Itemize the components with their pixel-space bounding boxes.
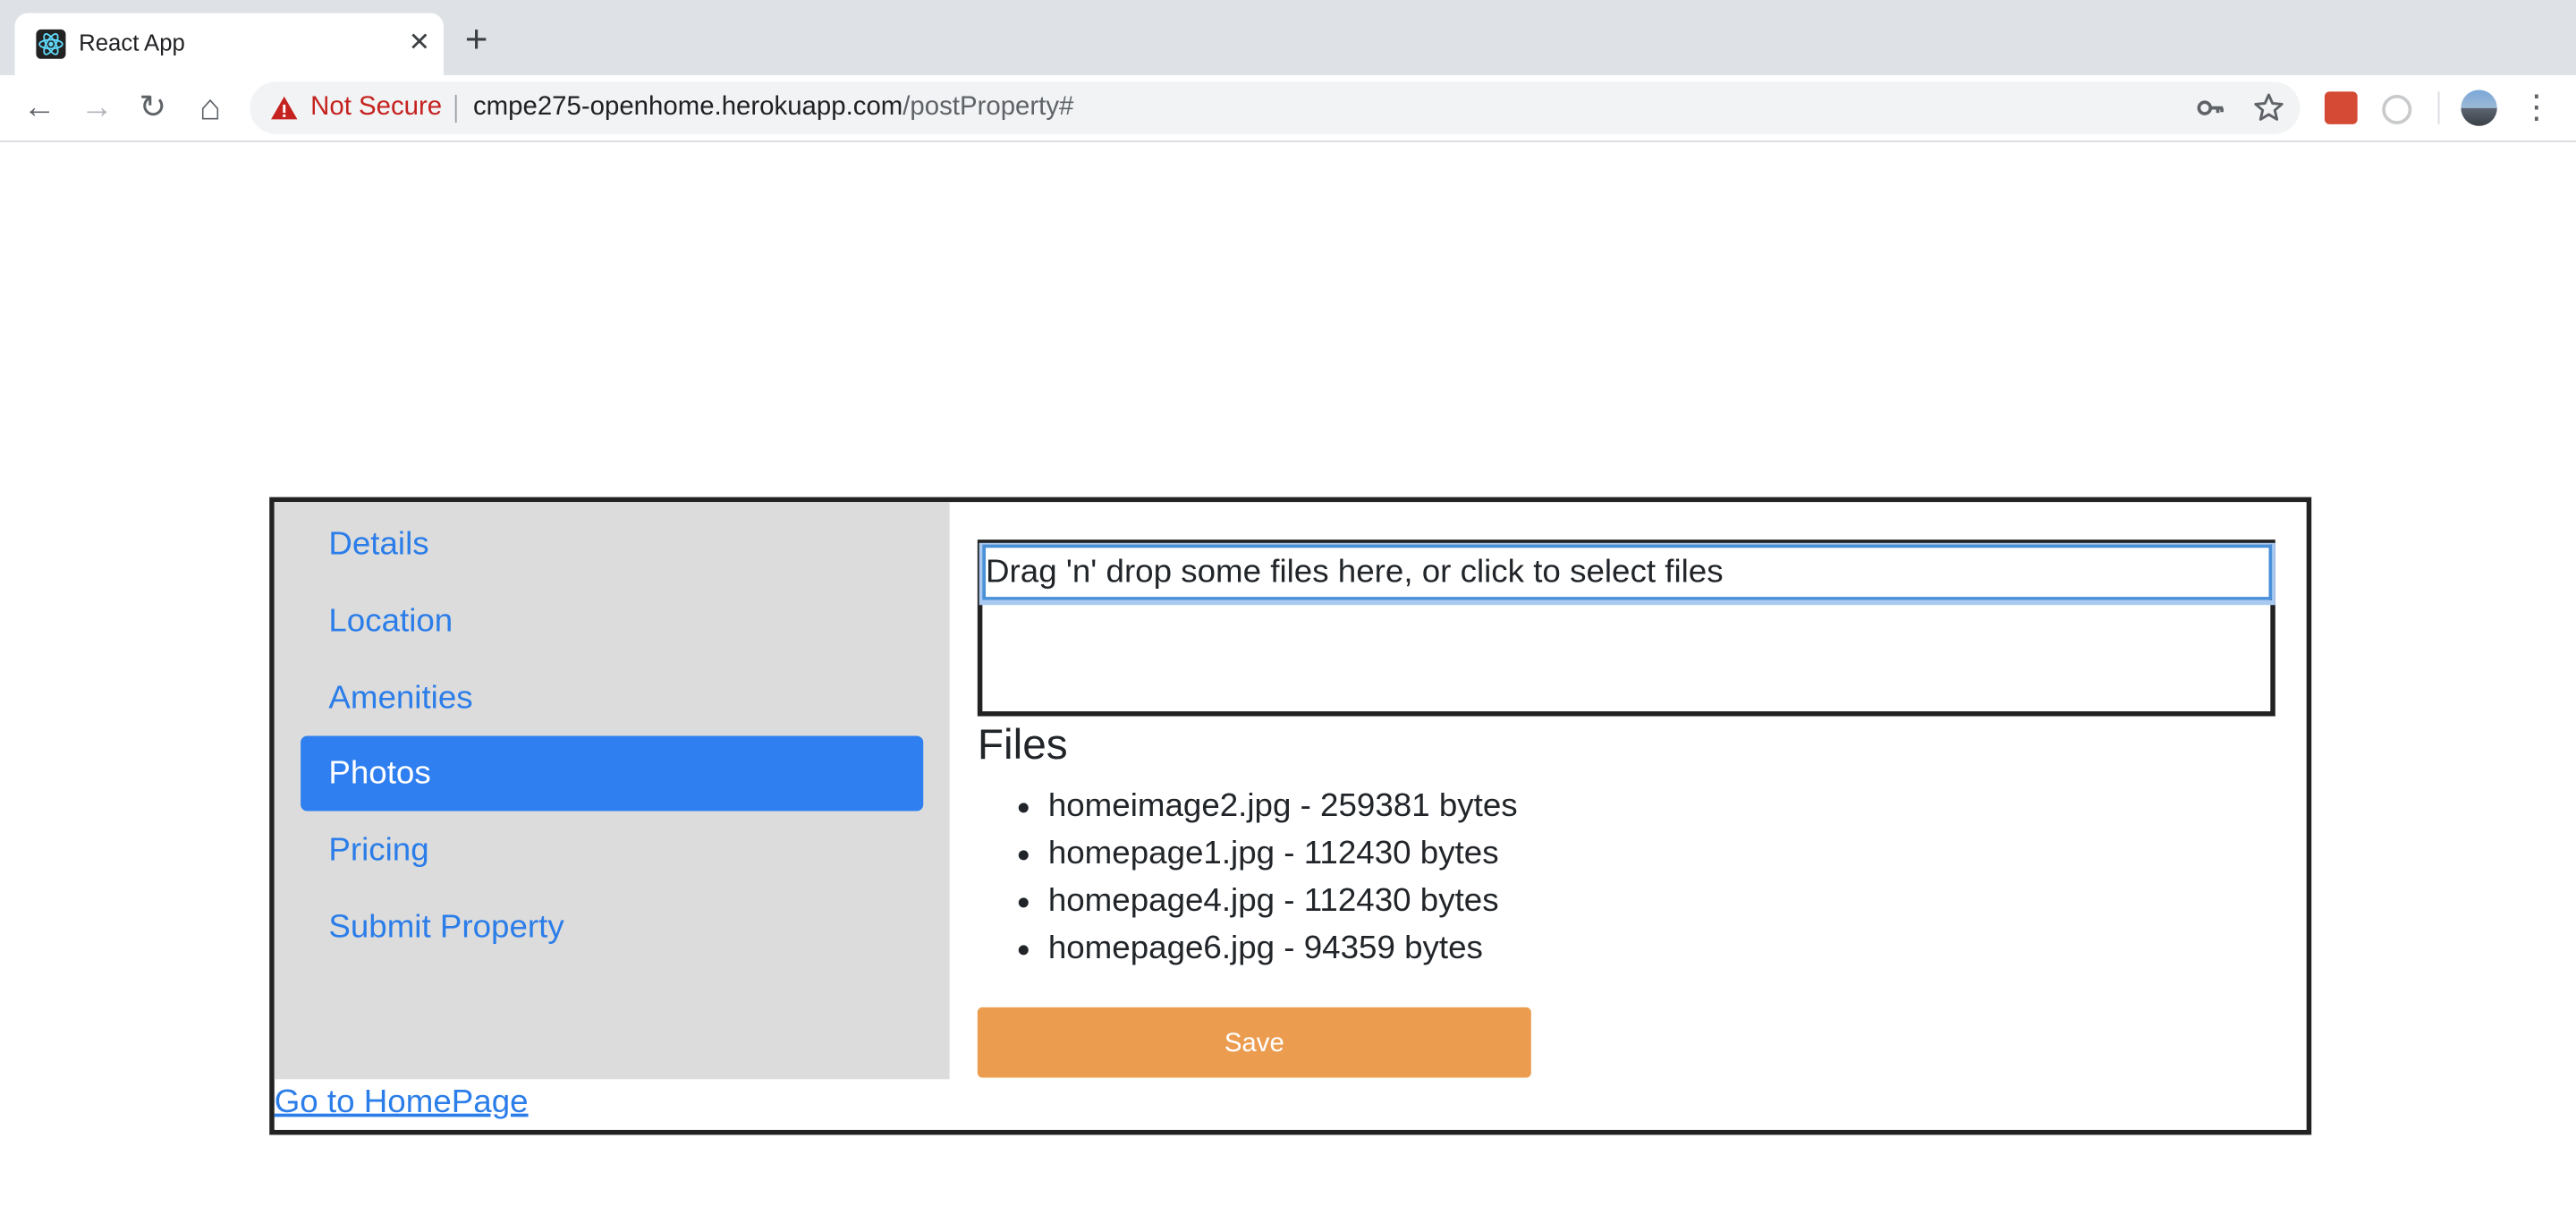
browser-tab[interactable]: React App ✕ bbox=[14, 13, 444, 76]
react-logo-icon bbox=[36, 29, 66, 59]
back-icon[interactable]: ← bbox=[20, 89, 59, 128]
url-text[interactable]: cmpe275-openhome.herokuapp.com/postPrope… bbox=[473, 93, 1073, 123]
url-host: cmpe275-openhome.herokuapp.com bbox=[472, 93, 903, 122]
file-item: homepage4.jpg - 112430 bytes bbox=[1048, 878, 1518, 925]
tab-strip: React App ✕ + bbox=[0, 0, 2576, 76]
home-icon[interactable]: ⌂ bbox=[191, 88, 230, 128]
forward-icon[interactable]: → bbox=[77, 89, 116, 128]
file-item: homepage6.jpg - 94359 bytes bbox=[1048, 925, 1518, 973]
url-path: /postProperty# bbox=[902, 93, 1074, 122]
new-tab-button[interactable]: + bbox=[465, 21, 488, 61]
sidebar-item-location[interactable]: Location bbox=[301, 583, 923, 658]
sidebar-item-photos[interactable]: Photos bbox=[301, 735, 924, 811]
close-tab-icon[interactable]: ✕ bbox=[409, 30, 431, 59]
files-heading: Files bbox=[977, 719, 1068, 769]
extension-icon-2[interactable] bbox=[2382, 95, 2412, 124]
star-icon[interactable] bbox=[2252, 91, 2285, 124]
extension-icon[interactable] bbox=[2324, 91, 2358, 124]
omnibox-divider bbox=[454, 95, 457, 123]
toolbar-divider bbox=[2437, 91, 2440, 124]
sidebar-item-details[interactable]: Details bbox=[301, 507, 923, 582]
more-vert-icon[interactable]: ⋮ bbox=[2520, 89, 2553, 128]
save-button[interactable]: Save bbox=[977, 1007, 1531, 1078]
sidebar-item-pricing[interactable]: Pricing bbox=[301, 812, 923, 888]
tab-title: React App bbox=[79, 29, 185, 56]
sidebar-item-submit-property[interactable]: Submit Property bbox=[301, 889, 923, 964]
file-dropzone[interactable]: Drag 'n' drop some files here, or click … bbox=[977, 540, 2275, 717]
security-status[interactable]: Not Secure bbox=[310, 93, 442, 123]
sidebar-nav: Details Location Amenities Photos Pricin… bbox=[274, 502, 950, 1080]
go-to-homepage-link[interactable]: Go to HomePage bbox=[275, 1084, 529, 1122]
profile-avatar[interactable] bbox=[2461, 89, 2497, 126]
browser-toolbar: ← → ↻ ⌂ Not Secure cmpe275-openhome.hero… bbox=[0, 75, 2576, 143]
post-property-card: Details Location Amenities Photos Pricin… bbox=[269, 497, 2312, 1135]
reload-icon[interactable]: ↻ bbox=[133, 89, 173, 128]
file-list: homeimage2.jpg - 259381 bytes homepage1.… bbox=[978, 783, 1518, 973]
file-item: homeimage2.jpg - 259381 bytes bbox=[1048, 783, 1518, 830]
key-icon[interactable] bbox=[2195, 91, 2228, 124]
file-item: homepage1.jpg - 112430 bytes bbox=[1048, 830, 1518, 878]
warning-icon bbox=[269, 93, 299, 123]
dropzone-text[interactable]: Drag 'n' drop some files here, or click … bbox=[982, 544, 2273, 600]
address-bar[interactable]: Not Secure cmpe275-openhome.herokuapp.co… bbox=[250, 81, 2301, 134]
sidebar-item-amenities[interactable]: Amenities bbox=[301, 660, 923, 735]
